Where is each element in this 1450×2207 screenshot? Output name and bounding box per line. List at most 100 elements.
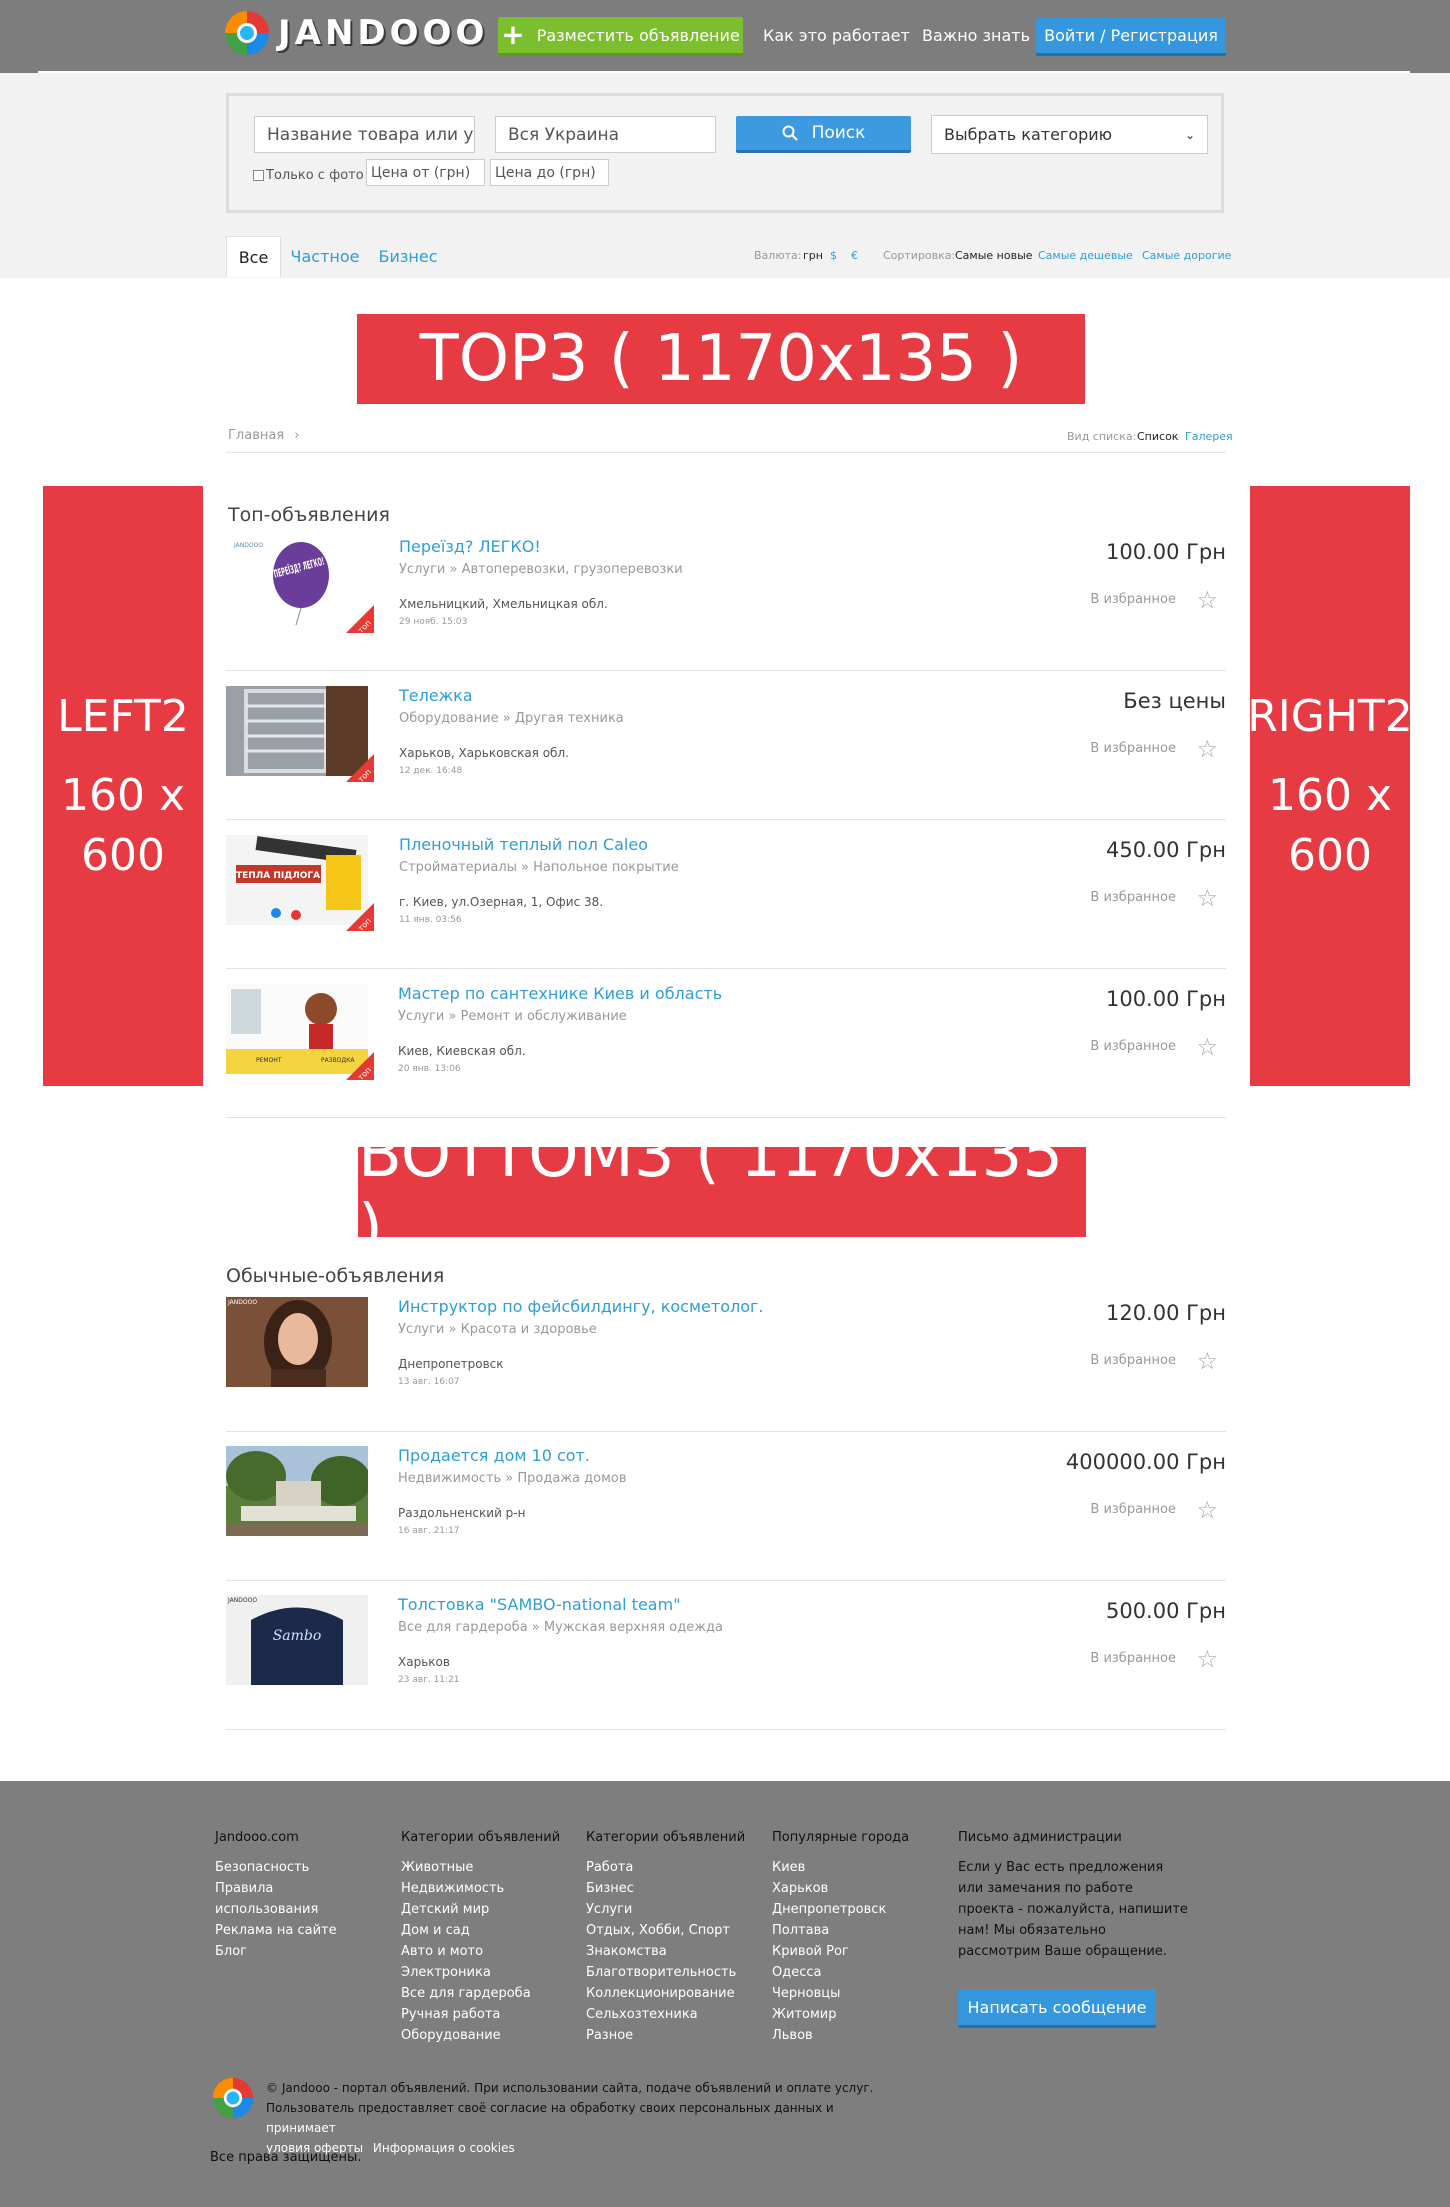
price-from-input[interactable]: Цена от (грн): [366, 159, 485, 186]
banner-top3[interactable]: TOP3 ( 1170x135 ): [357, 314, 1085, 404]
footer-link[interactable]: Знакомства: [586, 1941, 756, 1962]
listing-title[interactable]: Инструктор по фейсбилдингу, косметолог.: [398, 1297, 763, 1316]
listing-title[interactable]: Пленочный теплый пол Caleo: [399, 835, 648, 854]
footer-link[interactable]: Безопасность: [215, 1857, 385, 1878]
only-photo-checkbox[interactable]: Только с фото: [253, 168, 364, 183]
listing-thumbnail[interactable]: Sambo JANDOOO: [226, 1595, 368, 1685]
post-ad-label: Разместить объявление: [536, 25, 740, 45]
list-item[interactable]: Sambo JANDOOO Толстовка "SAMBO-national …: [226, 1581, 1226, 1730]
footer-link[interactable]: Реклама на сайте: [215, 1920, 385, 1941]
star-icon[interactable]: ☆: [1196, 884, 1218, 912]
tab-business[interactable]: Бизнес: [378, 236, 438, 277]
footer-link[interactable]: Дом и сад: [401, 1920, 571, 1941]
star-icon[interactable]: ☆: [1196, 586, 1218, 614]
footer-link[interactable]: Благотворительность: [586, 1962, 756, 1983]
footer-link[interactable]: Полтава: [772, 1920, 942, 1941]
sort-expensive[interactable]: Самые дорогие: [1142, 249, 1231, 262]
footer-link[interactable]: использования: [215, 1899, 385, 1920]
add-favorite-link[interactable]: В избранное: [1090, 890, 1176, 905]
footer-link[interactable]: Все для гардероба: [401, 1983, 571, 2004]
listing-thumbnail[interactable]: [226, 1446, 368, 1536]
footer-link[interactable]: Днепропетровск: [772, 1899, 942, 1920]
list-item[interactable]: РЕМОНТ РАЗВОДКА топ Мастер по сантехнике…: [226, 969, 1226, 1118]
tab-private[interactable]: Частное: [291, 236, 360, 277]
login-register-button[interactable]: Войти / Регистрация: [1036, 18, 1226, 56]
add-favorite-link[interactable]: В избранное: [1090, 741, 1176, 756]
star-icon[interactable]: ☆: [1196, 1347, 1218, 1375]
add-favorite-link[interactable]: В избранное: [1090, 1502, 1176, 1517]
footer-link[interactable]: Черновцы: [772, 1983, 942, 2004]
star-icon[interactable]: ☆: [1196, 1033, 1218, 1061]
list-item[interactable]: Продается дом 10 сот. Недвижимость » Про…: [226, 1432, 1226, 1581]
tab-all[interactable]: Все: [226, 236, 281, 277]
sort-newest[interactable]: Самые новые: [955, 249, 1033, 262]
view-gallery-button[interactable]: Галерея: [1185, 430, 1233, 443]
footer-link[interactable]: Киев: [772, 1857, 942, 1878]
currency-usd[interactable]: $: [830, 249, 837, 262]
footer-link[interactable]: Работа: [586, 1857, 756, 1878]
write-message-button[interactable]: Написать сообщение: [958, 1989, 1156, 2028]
add-favorite-link[interactable]: В избранное: [1090, 592, 1176, 607]
add-favorite-link[interactable]: В избранное: [1090, 1039, 1176, 1054]
footer-link[interactable]: Услуги: [586, 1899, 756, 1920]
footer-link[interactable]: Коллекционирование: [586, 1983, 756, 2004]
nav-how-it-works[interactable]: Как это работает: [763, 26, 910, 45]
currency-uah[interactable]: грн: [803, 249, 823, 262]
breadcrumb-home[interactable]: Главная: [228, 428, 284, 443]
footer-link[interactable]: Бизнес: [586, 1878, 756, 1899]
footer-link[interactable]: Кривой Рог: [772, 1941, 942, 1962]
list-item[interactable]: топ Тележка Оборудование » Другая техник…: [226, 671, 1226, 820]
post-ad-button[interactable]: + Разместить объявление: [498, 17, 743, 56]
footer-link[interactable]: Недвижимость: [401, 1878, 571, 1899]
footer-link[interactable]: Разное: [586, 2025, 756, 2046]
footer-link[interactable]: Житомир: [772, 2004, 942, 2025]
footer-link[interactable]: Детский мир: [401, 1899, 571, 1920]
footer-link[interactable]: Животные: [401, 1857, 571, 1878]
footer-logo-icon: [210, 2075, 256, 2125]
listing-title[interactable]: Переїзд? ЛЕГКО!: [399, 537, 541, 556]
add-favorite-link[interactable]: В избранное: [1090, 1651, 1176, 1666]
view-list-button[interactable]: Список: [1137, 430, 1178, 443]
footer-link[interactable]: Сельхозтехника: [586, 2004, 756, 2025]
listing-title[interactable]: Толстовка "SAMBO-national team": [398, 1595, 681, 1614]
cookies-link[interactable]: Информация о cookies: [373, 2141, 515, 2155]
sort-cheapest[interactable]: Самые дешевые: [1038, 249, 1133, 262]
footer-link[interactable]: Электроника: [401, 1962, 571, 1983]
search-input[interactable]: Название товара или услу: [254, 116, 475, 153]
footer-link[interactable]: Блог: [215, 1941, 385, 1962]
accepts-link[interactable]: принимает: [266, 2121, 336, 2135]
footer-link[interactable]: Отдых, Хобби, Спорт: [586, 1920, 756, 1941]
currency-eur[interactable]: €: [851, 249, 858, 262]
listing-title[interactable]: Тележка: [399, 686, 473, 705]
top-badge: топ: [346, 605, 374, 635]
footer-link[interactable]: Ручная работа: [401, 2004, 571, 2025]
listing-price: Без цены: [1123, 689, 1226, 713]
star-icon[interactable]: ☆: [1196, 735, 1218, 763]
footer-link[interactable]: Львов: [772, 2025, 942, 2046]
footer-link[interactable]: Харьков: [772, 1878, 942, 1899]
star-icon[interactable]: ☆: [1196, 1496, 1218, 1524]
nav-important[interactable]: Важно знать: [922, 26, 1030, 45]
list-item[interactable]: JANDOOO Инструктор по фейсбилдингу, косм…: [226, 1283, 1226, 1432]
listing-title[interactable]: Продается дом 10 сот.: [398, 1446, 590, 1465]
list-item[interactable]: JANDOOO ПЕРЕЇЗД? ЛЕГКО! топ Переїзд? ЛЕГ…: [226, 522, 1226, 671]
listing-thumbnail[interactable]: JANDOOO: [226, 1297, 368, 1387]
add-favorite-link[interactable]: В избранное: [1090, 1353, 1176, 1368]
price-to-input[interactable]: Цена до (грн): [490, 159, 609, 186]
footer-link[interactable]: Правила: [215, 1878, 385, 1899]
checkbox-box[interactable]: [253, 170, 264, 181]
search-button[interactable]: Поиск: [736, 116, 911, 153]
logo[interactable]: JANDOOO: [222, 7, 488, 59]
region-input[interactable]: Вся Украина: [495, 116, 716, 153]
divider: [226, 452, 1226, 453]
list-item[interactable]: ТЕПЛА ПІДЛОГА топ Пленочный теплый пол C…: [226, 820, 1226, 969]
banner-left2[interactable]: LEFT2 160 x 600: [43, 486, 203, 1086]
listing-title[interactable]: Мастер по сантехнике Киев и область: [398, 984, 722, 1003]
banner-right2[interactable]: RIGHT2 160 x 600: [1247, 486, 1413, 1086]
star-icon[interactable]: ☆: [1196, 1645, 1218, 1673]
footer-link[interactable]: Авто и мото: [401, 1941, 571, 1962]
category-select[interactable]: Выбрать категорию ⌄: [931, 115, 1208, 154]
footer-link[interactable]: Оборудование: [401, 2025, 571, 2046]
footer-link[interactable]: Одесса: [772, 1962, 942, 1983]
banner-bottom3[interactable]: BOTTOM3 ( 1170x135 ): [358, 1118, 1086, 1266]
